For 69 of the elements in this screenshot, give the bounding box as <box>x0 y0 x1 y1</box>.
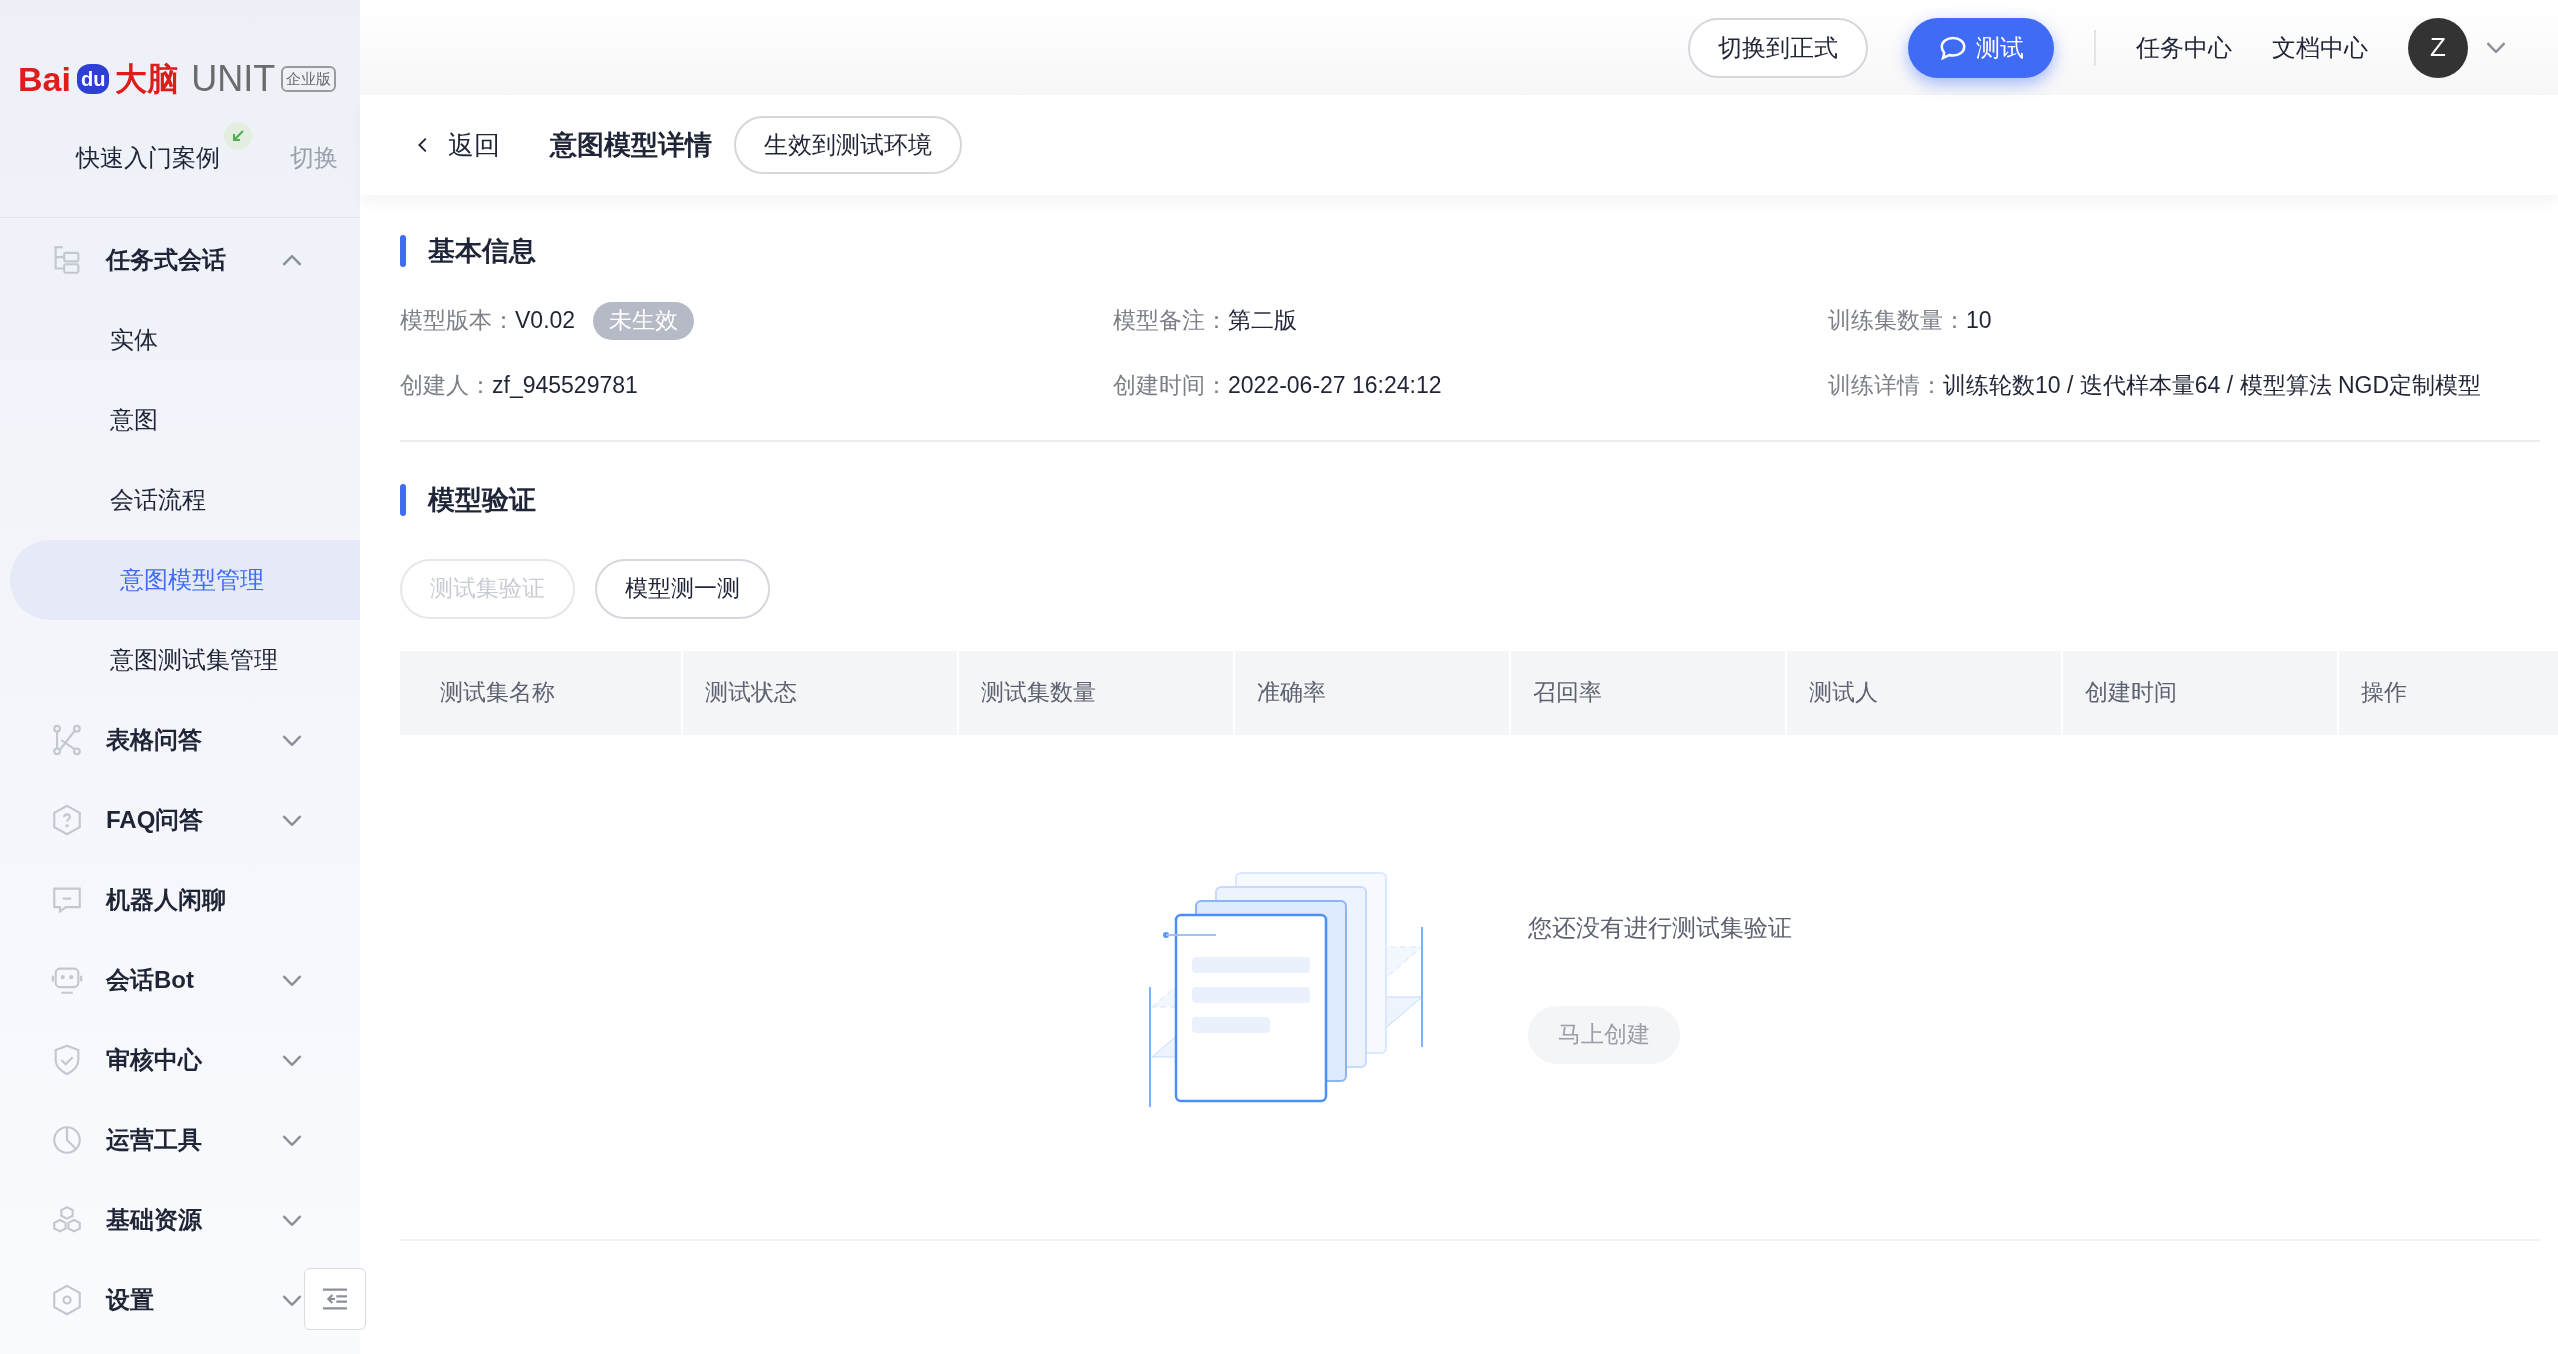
column-header: 创建时间 <box>2063 650 2339 735</box>
question-hexagon-icon <box>50 803 84 837</box>
sidebar-group[interactable]: 审核中心 <box>0 1020 302 1100</box>
section-title: 基本信息 <box>428 235 536 268</box>
deploy-test-button[interactable]: 生效到测试环境 <box>734 116 962 174</box>
status-tag: 未生效 <box>593 301 695 340</box>
field-value: 训练轮数10 / 迭代样本量64 / 模型算法 NGD定制模型 <box>1943 370 2481 400</box>
column-header: 测试状态 <box>683 650 959 735</box>
column-header: 测试集名称 <box>400 650 683 735</box>
field-label: 模型备注： <box>1113 306 1228 336</box>
field-value: 第二版 <box>1228 306 1297 336</box>
logo-text: Bai <box>18 58 71 100</box>
chevron-down-icon <box>282 814 302 826</box>
sidebar-item[interactable]: 会话流程 <box>0 460 360 540</box>
chevron-up-icon <box>282 254 302 266</box>
settings-icon <box>50 1283 84 1317</box>
sidebar-item[interactable]: 实体 <box>0 300 360 380</box>
sidebar-item[interactable]: 意图测试集管理 <box>0 620 360 700</box>
section-accent-bar <box>400 235 406 268</box>
chevron-down-icon <box>282 1294 302 1306</box>
field-label: 模型版本： <box>400 306 515 336</box>
graph-icon <box>50 723 84 757</box>
field-label: 创建时间： <box>1113 370 1228 400</box>
field-value: V0.02 <box>515 306 576 336</box>
field-value: 2022-06-27 16:24:12 <box>1228 370 1442 400</box>
section-accent-bar <box>400 484 406 517</box>
sidebar-group[interactable]: 任务式会话 <box>0 220 302 300</box>
column-header: 测试人 <box>1787 650 2063 735</box>
field-value: zf_945529781 <box>492 370 638 400</box>
nav-link[interactable]: 任务中心 <box>2136 29 2232 66</box>
field-label: 创建人： <box>400 370 492 400</box>
workspace-name: 快速入门案例 <box>76 143 220 173</box>
column-header: 测试集数量 <box>959 650 1235 735</box>
page-title: 意图模型详情 <box>550 128 712 162</box>
empty-state-message: 您还没有进行测试集验证 <box>1528 912 1792 943</box>
edition-badge: 企业版 <box>281 65 337 93</box>
user-avatar[interactable]: Z <box>2408 17 2468 78</box>
pie-chart-icon <box>50 1123 84 1157</box>
collapse-sidebar-button[interactable] <box>304 1268 366 1330</box>
switch-to-production-button[interactable]: 切换到正式 <box>1688 17 1868 78</box>
sidebar-group[interactable]: 机器人闲聊 <box>0 860 302 940</box>
sidebar-group[interactable]: 运营工具 <box>0 1100 302 1180</box>
sidebar-item[interactable]: 意图 <box>0 380 360 460</box>
chevron-down-icon <box>282 1134 302 1146</box>
chevron-down-icon <box>282 1214 302 1226</box>
back-button[interactable]: 返回 <box>412 125 500 165</box>
chevron-down-icon <box>282 734 302 746</box>
nav-link[interactable]: 文档中心 <box>2272 29 2368 66</box>
sidebar-group[interactable]: 表格问答 <box>0 700 302 780</box>
sidebar-group[interactable]: 会话Bot <box>0 940 302 1020</box>
column-header: 召回率 <box>1511 650 1787 735</box>
sidebar-group[interactable]: 设置 <box>0 1260 302 1340</box>
field-value: 10 <box>1966 306 1992 336</box>
chevron-down-icon <box>282 974 302 986</box>
product-name: UNIT <box>191 57 276 101</box>
column-header: 操作 <box>2339 650 2558 735</box>
sidebar-item[interactable]: 意图模型管理 <box>10 540 360 620</box>
chevron-down-icon <box>2486 42 2506 53</box>
section-title: 模型验证 <box>428 484 536 517</box>
chevron-down-icon <box>282 1054 302 1066</box>
test-button[interactable]: 测试 <box>1908 17 2054 78</box>
sidebar-group[interactable]: 基础资源 <box>0 1180 302 1260</box>
field-label: 训练集数量： <box>1828 306 1966 336</box>
sidebar-group[interactable]: FAQ问答 <box>0 780 302 860</box>
validation-button[interactable]: 模型测一测 <box>595 558 770 619</box>
logo-paw: du <box>76 64 110 94</box>
column-header: 准确率 <box>1235 650 1511 735</box>
field-label: 训练详情： <box>1828 370 1943 400</box>
logo-text: 大脑 <box>115 60 180 99</box>
